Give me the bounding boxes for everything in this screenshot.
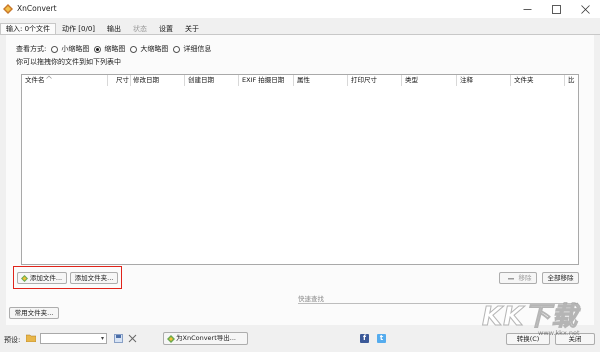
- column-separator[interactable]: [564, 75, 565, 86]
- maximize-button[interactable]: [541, 0, 571, 18]
- column-separator[interactable]: [347, 75, 348, 86]
- view-small-thumb-label[interactable]: 小缩略图: [61, 44, 89, 54]
- maximize-icon: [551, 4, 561, 14]
- view-thumb-label[interactable]: 缩略图: [104, 44, 125, 54]
- view-mode-row: 查看方式: 小缩略图 缩略图 大缩略图 详细信息: [16, 44, 211, 54]
- column-header-created[interactable]: 创建日期: [188, 75, 214, 86]
- save-icon[interactable]: [114, 334, 123, 343]
- column-separator[interactable]: [107, 75, 108, 86]
- column-header-print-size[interactable]: 打印尺寸: [351, 75, 377, 86]
- preset-label: 预设:: [4, 336, 21, 344]
- common-folders-button[interactable]: 常用文件夹...: [9, 307, 59, 319]
- column-separator[interactable]: [401, 75, 402, 86]
- column-header-filename[interactable]: 文件名: [25, 75, 45, 86]
- minimize-icon: [523, 8, 531, 10]
- remove-all-label: 全部移除: [547, 274, 574, 282]
- watermark-text: KK下载: [481, 302, 579, 333]
- remove-all-button[interactable]: 全部移除: [542, 272, 579, 284]
- column-header-modified[interactable]: 修改日期: [133, 75, 159, 86]
- title-bar: XnConvert: [0, 0, 600, 18]
- remove-button[interactable]: 移除: [499, 272, 537, 284]
- facebook-icon[interactable]: f: [360, 334, 369, 343]
- close-icon: [580, 4, 590, 14]
- twitter-icon[interactable]: t: [377, 334, 386, 343]
- column-header-comment[interactable]: 注释: [460, 75, 473, 86]
- folder-icon[interactable]: [26, 334, 36, 342]
- minimize-button[interactable]: [512, 0, 542, 18]
- highlight-box: [13, 266, 122, 289]
- column-header-exif-date[interactable]: EXIF 拍摄日期: [242, 75, 284, 86]
- export-label: 为XnConvert导出...: [176, 334, 236, 342]
- delete-icon[interactable]: [128, 334, 137, 343]
- export-icon: [167, 335, 175, 343]
- view-thumb-radio[interactable]: [94, 45, 102, 53]
- view-details-label[interactable]: 详细信息: [183, 44, 211, 54]
- sort-arrow-icon: [46, 75, 52, 79]
- common-folders-label: 常用文件夹...: [14, 309, 54, 317]
- watermark: KK下载 www.kkx.net: [478, 296, 598, 340]
- column-header-size[interactable]: 尺寸: [116, 75, 129, 86]
- remove-label: 移除: [518, 274, 532, 282]
- chevron-down-icon: ▾: [100, 335, 104, 342]
- watermark-url: www.kkx.net: [538, 329, 580, 337]
- column-header-ratio[interactable]: 比: [568, 75, 575, 86]
- preset-select[interactable]: ▾: [40, 333, 107, 344]
- close-window-button[interactable]: [570, 0, 600, 18]
- app-icon: [3, 4, 13, 14]
- minus-icon: [508, 278, 514, 280]
- column-header-folder[interactable]: 文件夹: [514, 75, 534, 86]
- view-details-radio[interactable]: [173, 45, 181, 53]
- view-small-thumb-radio[interactable]: [51, 45, 59, 53]
- view-large-thumb-label[interactable]: 大缩略图: [140, 44, 168, 54]
- window-title: XnConvert: [17, 4, 57, 13]
- drop-hint: 你可以拖拽你的文件到如下列表中: [16, 58, 121, 66]
- column-separator[interactable]: [456, 75, 457, 86]
- column-separator[interactable]: [130, 75, 131, 86]
- column-separator[interactable]: [510, 75, 511, 86]
- column-separator[interactable]: [238, 75, 239, 86]
- column-header-type[interactable]: 类型: [405, 75, 418, 86]
- column-separator[interactable]: [293, 75, 294, 86]
- column-separator[interactable]: [184, 75, 185, 86]
- view-mode-label: 查看方式:: [16, 45, 47, 53]
- export-button[interactable]: 为XnConvert导出...: [163, 332, 248, 345]
- file-list[interactable]: 文件名 尺寸 修改日期 创建日期 EXIF 拍摄日期 属性 打印尺寸 类型 注释…: [21, 74, 579, 265]
- view-large-thumb-radio[interactable]: [130, 45, 138, 53]
- column-header-attributes[interactable]: 属性: [297, 75, 310, 86]
